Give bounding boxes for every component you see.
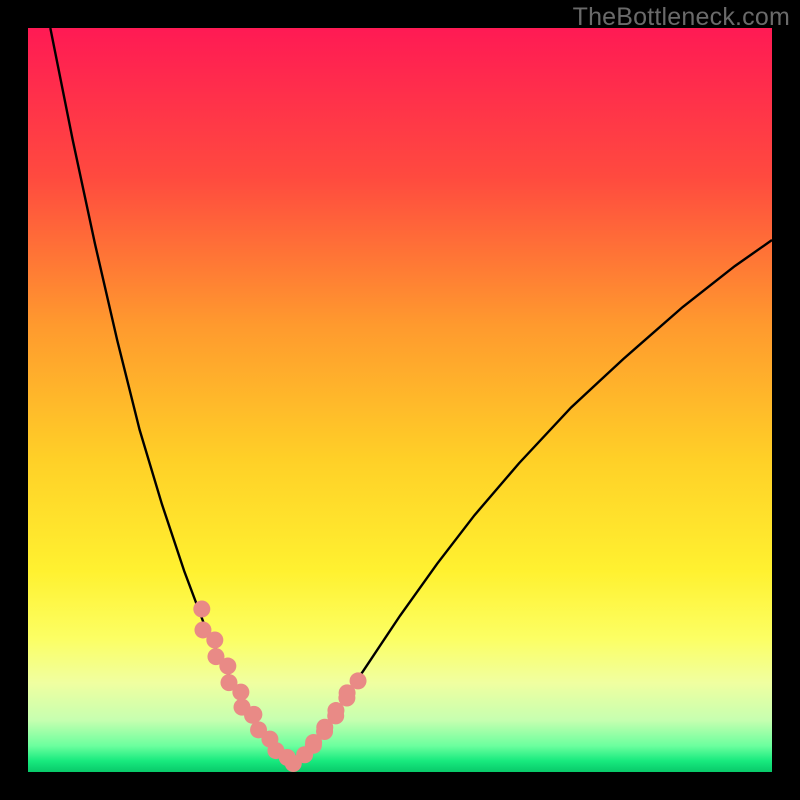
plot-area (28, 28, 772, 772)
watermark-text: TheBottleneck.com (573, 3, 790, 32)
data-point (206, 632, 223, 649)
data-point (296, 746, 313, 763)
plot-svg (28, 28, 772, 772)
data-point (193, 601, 210, 618)
curve-left-curve (50, 28, 292, 765)
data-point (244, 707, 261, 724)
data-point (219, 658, 236, 675)
data-point (350, 672, 367, 689)
data-point (232, 684, 249, 701)
